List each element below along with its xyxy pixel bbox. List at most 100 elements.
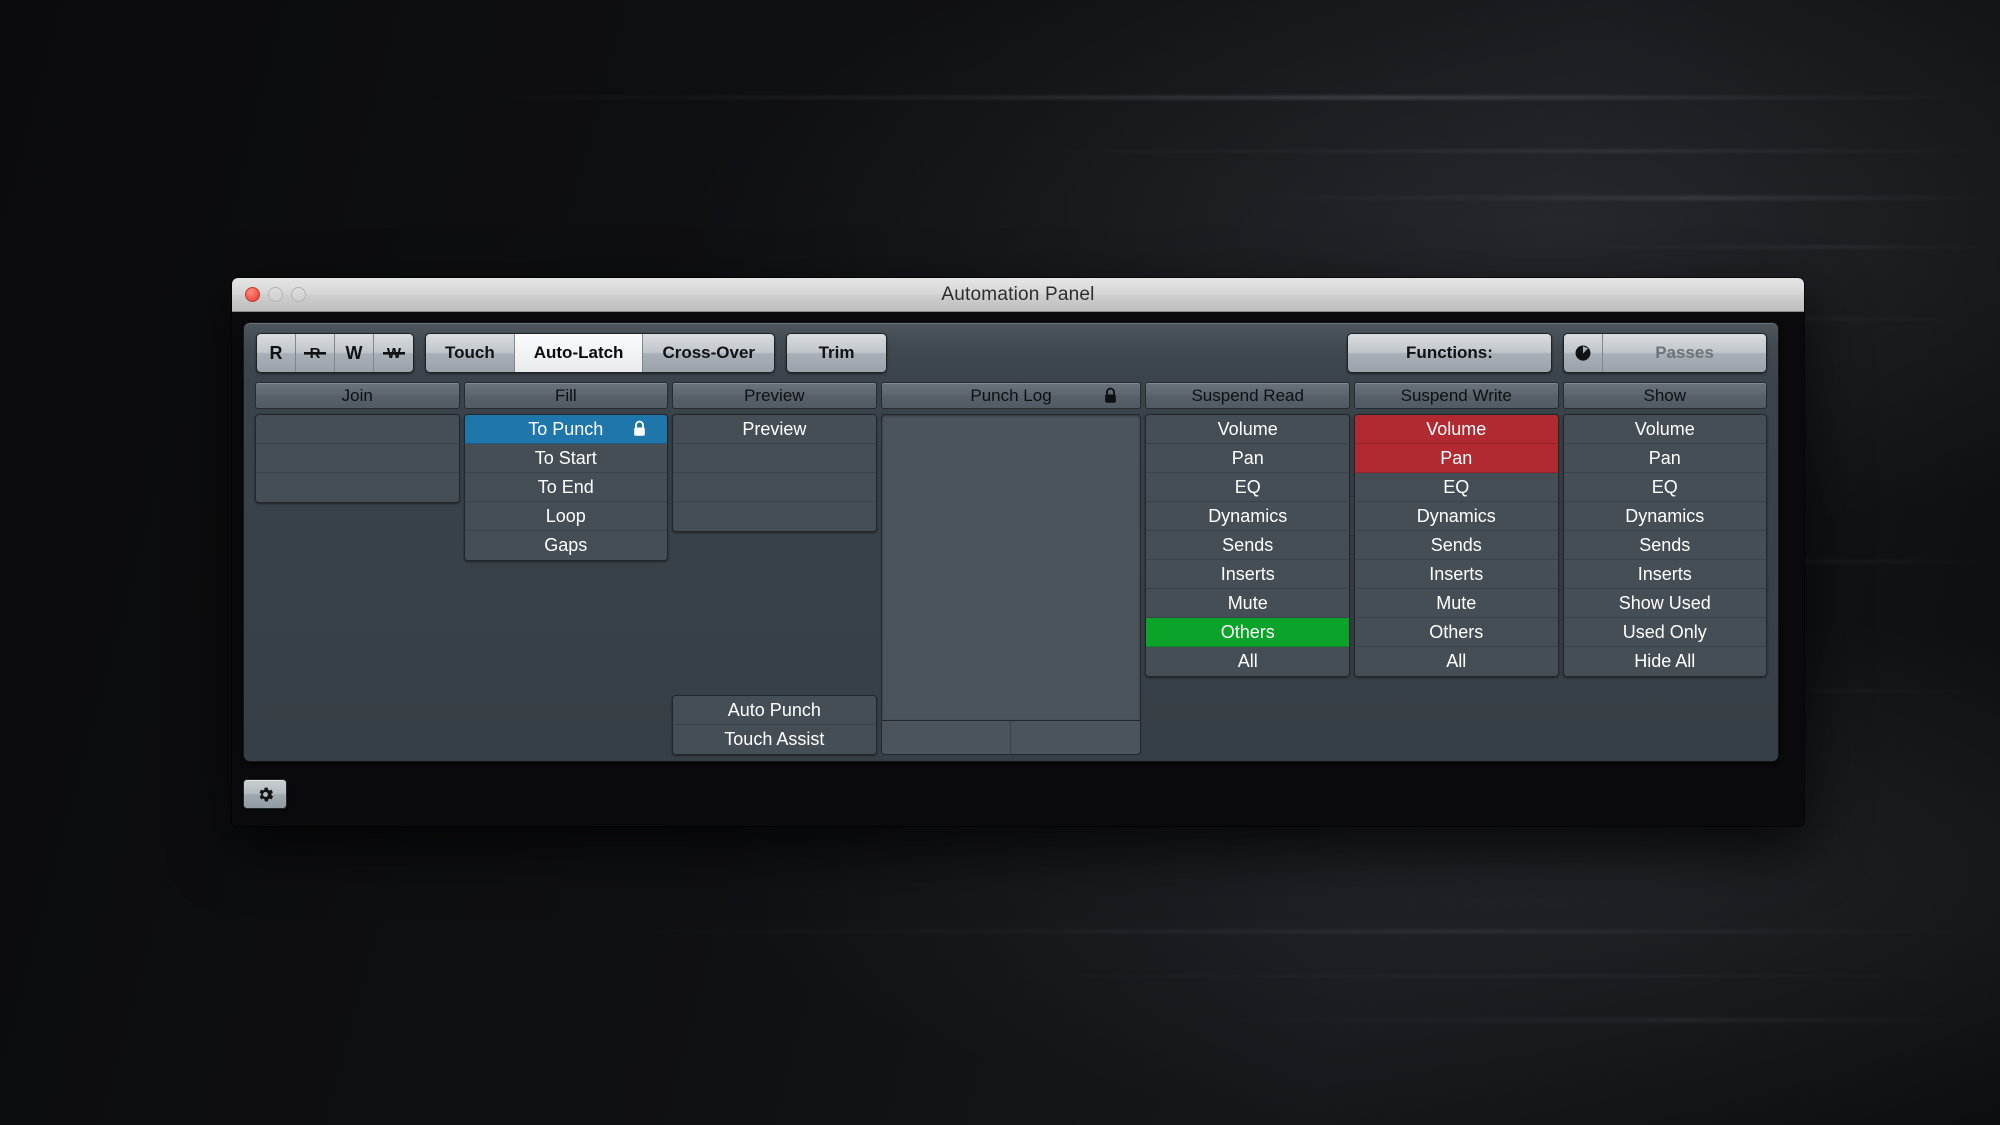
column-suspend-read: Suspend Read Volume Pan EQ Dynamics Send… — [1145, 382, 1350, 755]
suspend-read-list: Volume Pan EQ Dynamics Sends Inserts Mut… — [1145, 414, 1350, 677]
automation-write-suspend-button[interactable]: W — [374, 334, 413, 372]
suspend-read-eq[interactable]: EQ — [1146, 473, 1349, 502]
column-header-suspend-write[interactable]: Suspend Write — [1353, 382, 1559, 409]
join-list — [255, 414, 460, 503]
show-sends[interactable]: Sends — [1563, 531, 1767, 560]
join-row-1[interactable] — [256, 415, 459, 444]
power-knob-icon[interactable] — [1564, 334, 1603, 372]
suspend-read-mute[interactable]: Mute — [1146, 589, 1349, 618]
punch-log-footer-cell-2[interactable] — [1011, 721, 1141, 754]
automation-read-suspend-button[interactable]: R — [296, 334, 335, 372]
read-write-button-group: R R W — [256, 333, 414, 373]
light-streak — [420, 96, 1980, 99]
show-list: Volume Pan EQ Dynamics Sends Inserts Sho… — [1562, 414, 1768, 677]
suspend-write-all[interactable]: All — [1354, 647, 1558, 676]
preview-row-4[interactable] — [673, 502, 876, 531]
fill-list: To Punch To Start To End Loop Gaps — [463, 414, 669, 561]
maximize-button[interactable] — [291, 287, 306, 302]
suspend-read-inserts[interactable]: Inserts — [1146, 560, 1349, 589]
fill-spacer — [464, 561, 669, 755]
show-hide-all[interactable]: Hide All — [1563, 647, 1767, 676]
suspend-write-sends[interactable]: Sends — [1354, 531, 1558, 560]
touch-assist-button[interactable]: Touch Assist — [673, 725, 876, 754]
punch-log-list[interactable] — [880, 414, 1142, 721]
toolbar-right-group: Functions: Passes — [1347, 333, 1767, 373]
light-streak — [1230, 196, 2000, 200]
minimize-button[interactable] — [268, 287, 283, 302]
suspend-read-dynamics[interactable]: Dynamics — [1146, 502, 1349, 531]
show-eq[interactable]: EQ — [1563, 473, 1767, 502]
automation-write-button[interactable]: W — [335, 334, 374, 372]
auto-punch-button[interactable]: Auto Punch — [673, 696, 876, 725]
show-inserts[interactable]: Inserts — [1563, 560, 1767, 589]
passes-button-group: Passes — [1563, 333, 1767, 373]
automation-panel: R R W — [243, 322, 1779, 762]
window-controls — [245, 287, 306, 302]
suspend-read-all[interactable]: All — [1146, 647, 1349, 676]
suspend-read-others[interactable]: Others — [1146, 618, 1349, 647]
mode-cross-over-button[interactable]: Cross-Over — [643, 334, 775, 372]
fill-row-to-punch[interactable]: To Punch — [464, 415, 668, 444]
light-streak — [880, 975, 2000, 977]
column-show: Show Volume Pan EQ Dynamics Sends Insert… — [1562, 382, 1768, 755]
column-header-fill[interactable]: Fill — [463, 382, 669, 409]
functions-button[interactable]: Functions: — [1348, 334, 1551, 372]
join-row-3[interactable] — [256, 473, 459, 502]
show-volume[interactable]: Volume — [1563, 415, 1767, 444]
suspend-write-others[interactable]: Others — [1354, 618, 1558, 647]
column-punch-log: Punch Log — [880, 382, 1142, 755]
suspend-write-dynamics[interactable]: Dynamics — [1354, 502, 1558, 531]
preview-list: Preview — [672, 414, 877, 532]
join-spacer — [255, 503, 460, 755]
punch-log-footer-cell-1[interactable] — [881, 721, 1012, 754]
functions-button-group: Functions: — [1347, 333, 1552, 373]
fill-row-to-punch-label: To Punch — [528, 418, 604, 439]
automation-panel-window: Automation Panel R R — [232, 278, 1804, 826]
suspend-write-volume[interactable]: Volume — [1354, 415, 1558, 444]
preview-row-preview[interactable]: Preview — [673, 415, 876, 444]
trim-button[interactable]: Trim — [787, 334, 887, 372]
column-header-suspend-read[interactable]: Suspend Read — [1145, 382, 1350, 409]
column-header-preview[interactable]: Preview — [672, 382, 877, 409]
settings-gear-button[interactable] — [243, 779, 287, 809]
fill-row-loop[interactable]: Loop — [464, 502, 668, 531]
lock-icon — [632, 420, 647, 438]
preview-row-2[interactable] — [673, 444, 876, 473]
suspend-write-pan[interactable]: Pan — [1354, 444, 1558, 473]
show-show-used[interactable]: Show Used — [1563, 589, 1767, 618]
write-icon: W — [345, 342, 363, 363]
close-button[interactable] — [245, 287, 260, 302]
fill-row-to-end[interactable]: To End — [464, 473, 668, 502]
join-row-2[interactable] — [256, 444, 459, 473]
light-streak — [980, 150, 2000, 152]
automation-columns: Join Fill To Punch To Start To End Loop … — [255, 382, 1768, 755]
fill-row-to-start[interactable]: To Start — [464, 444, 668, 473]
column-header-join[interactable]: Join — [255, 382, 460, 409]
show-dynamics[interactable]: Dynamics — [1563, 502, 1767, 531]
read-icon: R — [269, 342, 283, 363]
suspend-write-mute[interactable]: Mute — [1354, 589, 1558, 618]
show-used-only[interactable]: Used Only — [1563, 618, 1767, 647]
read-suspended-icon: R — [302, 343, 328, 363]
suspend-read-volume[interactable]: Volume — [1146, 415, 1349, 444]
preview-spacer — [672, 532, 877, 695]
suspend-read-pan[interactable]: Pan — [1146, 444, 1349, 473]
window-body: R R W — [232, 312, 1804, 826]
fill-row-gaps[interactable]: Gaps — [464, 531, 668, 560]
mode-touch-button[interactable]: Touch — [426, 334, 515, 372]
column-header-show[interactable]: Show — [1562, 382, 1768, 409]
lock-icon[interactable] — [1103, 387, 1118, 404]
show-pan[interactable]: Pan — [1563, 444, 1767, 473]
mode-auto-latch-button[interactable]: Auto-Latch — [514, 334, 644, 372]
preview-bottom-list: Auto Punch Touch Assist — [672, 695, 877, 755]
window-titlebar[interactable]: Automation Panel — [232, 278, 1804, 312]
column-header-punch-log[interactable]: Punch Log — [880, 382, 1142, 409]
punch-log-footer — [880, 721, 1142, 755]
suspend-read-sends[interactable]: Sends — [1146, 531, 1349, 560]
automation-read-button[interactable]: R — [257, 334, 296, 372]
passes-label[interactable]: Passes — [1603, 334, 1766, 372]
suspend-write-eq[interactable]: EQ — [1354, 473, 1558, 502]
suspend-write-inserts[interactable]: Inserts — [1354, 560, 1558, 589]
preview-row-3[interactable] — [673, 473, 876, 502]
write-suspended-icon: W — [381, 343, 407, 363]
